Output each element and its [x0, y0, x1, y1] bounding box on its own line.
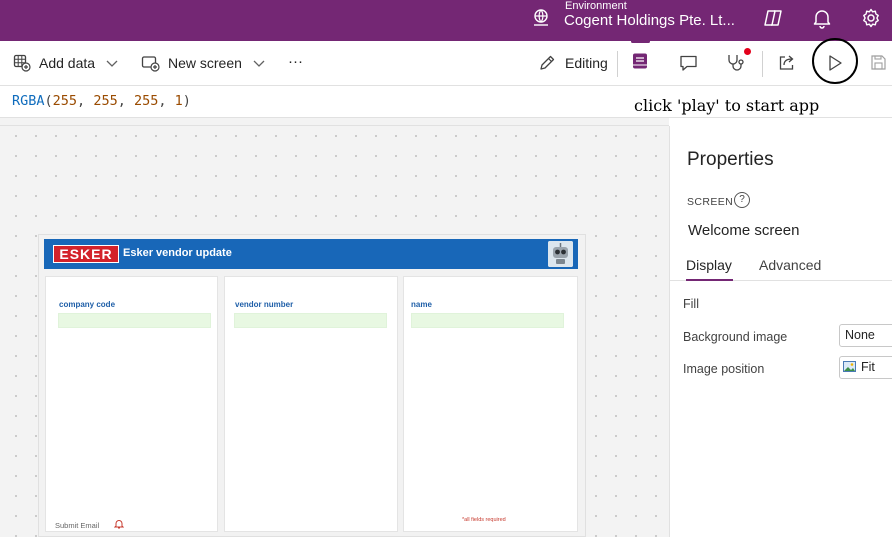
- pencil-icon: [540, 55, 555, 70]
- chevron-down-icon: [253, 60, 265, 67]
- image-position-label: Image position: [683, 362, 765, 376]
- settings-icon[interactable]: [860, 7, 882, 29]
- active-view-indicator: [631, 40, 650, 43]
- notification-dot: [744, 48, 751, 55]
- vendor-number-label: vendor number: [235, 300, 294, 309]
- add-data-button[interactable]: Add data: [13, 41, 119, 85]
- name-label: name: [411, 300, 432, 309]
- background-image-dropdown[interactable]: None: [839, 324, 892, 347]
- tab-advanced[interactable]: Advanced: [759, 257, 821, 273]
- more-button[interactable]: ···: [288, 39, 303, 83]
- comments-icon[interactable]: [679, 54, 698, 72]
- new-screen-label: New screen: [168, 55, 242, 71]
- properties-title: Properties: [687, 149, 774, 170]
- environment-icon[interactable]: [531, 8, 551, 28]
- add-data-icon: [13, 54, 31, 72]
- company-code-input[interactable]: [58, 313, 211, 328]
- environment-name[interactable]: Cogent Holdings Pte. Lt...: [564, 12, 735, 29]
- save-icon[interactable]: [870, 54, 887, 71]
- image-fit-icon: [843, 361, 856, 372]
- chevron-down-icon: [106, 60, 118, 67]
- share-icon[interactable]: [777, 53, 796, 72]
- new-screen-button[interactable]: New screen: [141, 41, 266, 85]
- background-image-label: Background image: [683, 330, 788, 344]
- new-screen-icon: [141, 56, 160, 72]
- bell-icon: [114, 520, 124, 529]
- help-icon[interactable]: ?: [734, 192, 750, 208]
- formula-text[interactable]: RGBA(255, 255, 255, 1): [12, 93, 191, 109]
- active-tab-indicator: [686, 279, 733, 281]
- copilot-icon[interactable]: [762, 7, 784, 29]
- play-annotation: click 'play' to start app: [634, 96, 820, 115]
- app-checker-icon[interactable]: [726, 53, 746, 73]
- tab-display[interactable]: Display: [686, 257, 732, 273]
- fill-label: Fill: [683, 297, 699, 311]
- app-title: Esker vendor update: [123, 247, 232, 259]
- name-input[interactable]: [411, 313, 564, 328]
- editing-label: Editing: [565, 55, 608, 71]
- robot-avatar-icon: [548, 241, 573, 267]
- play-highlight-circle: [812, 38, 858, 84]
- tree-view-icon[interactable]: [631, 52, 650, 71]
- top-bar: Environment Cogent Holdings Pte. Lt...: [0, 0, 892, 41]
- esker-logo: ESKER: [53, 245, 119, 263]
- vendor-number-input[interactable]: [234, 313, 387, 328]
- required-fields-note: *all fields required: [462, 517, 506, 523]
- screen-kind-label: SCREEN: [687, 196, 734, 208]
- screen-name[interactable]: Welcome screen: [688, 222, 799, 239]
- command-bar: [0, 41, 892, 86]
- environment-label: Environment: [565, 0, 627, 12]
- company-code-label: company code: [59, 300, 116, 309]
- editing-mode-button[interactable]: Editing: [538, 41, 608, 85]
- add-data-label: Add data: [39, 55, 96, 71]
- submit-email-button[interactable]: Submit Email: [55, 521, 99, 530]
- notifications-icon[interactable]: [811, 7, 833, 29]
